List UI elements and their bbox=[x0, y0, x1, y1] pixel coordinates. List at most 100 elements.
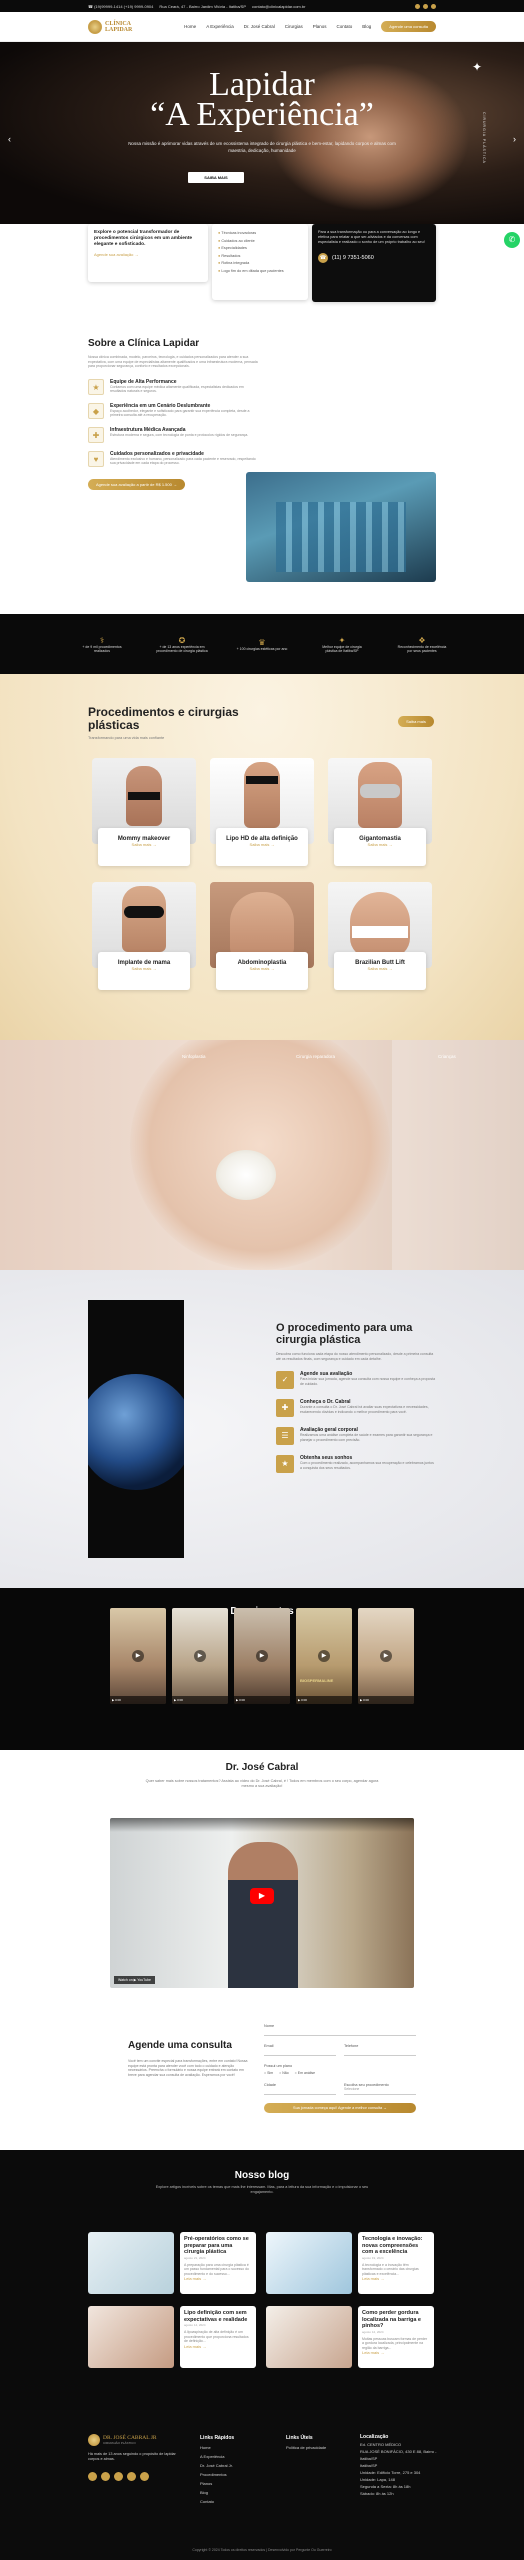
footer-link[interactable]: Procedimentos bbox=[200, 2470, 234, 2479]
blog-post-image bbox=[88, 2306, 174, 2368]
footer-link[interactable]: A Experiência bbox=[200, 2452, 234, 2461]
footer-link[interactable]: Dr. José Cabral Jr. bbox=[200, 2461, 234, 2470]
team-icon: ★ bbox=[88, 378, 104, 395]
whatsapp-float-icon[interactable]: ✆ bbox=[504, 232, 520, 248]
play-icon: ▶ bbox=[194, 1650, 206, 1662]
intro-card-title: Explore o potencial transformador de pro… bbox=[94, 230, 193, 247]
contact-card-phone[interactable]: (11) 9 7351-5060 bbox=[332, 255, 374, 261]
about-intro: Nossa clínica combinada, modelo, parceir… bbox=[88, 355, 258, 368]
footer-logo-icon bbox=[88, 2434, 100, 2446]
procedures-subtitle: Transformando para uma vida mais confian… bbox=[88, 736, 165, 740]
footer: DR. JOSÉ CABRAL JR CIRURGIÃO PLÁSTICO Há … bbox=[0, 2410, 524, 2560]
banner-label[interactable]: Ninfoplastia bbox=[182, 1054, 206, 1059]
name-input[interactable] bbox=[264, 2028, 416, 2036]
procedure-card[interactable]: Implante de mama Saiba mais → bbox=[92, 882, 196, 1000]
testimonial-video[interactable]: ▶ ▶ 0:00 bbox=[172, 1608, 228, 1704]
nav-dr-jose-cabral[interactable]: Dr. José Cabral bbox=[244, 24, 275, 29]
procedure-card[interactable]: Brazilian Butt Lift Saiba mais → bbox=[328, 882, 432, 1000]
phone-info[interactable]: ☎ (19)99999-1414 (+19) 9999-0904 bbox=[88, 4, 153, 9]
nav-blog[interactable]: Blog bbox=[362, 24, 371, 29]
youtube-icon[interactable] bbox=[431, 3, 436, 9]
features-item: ● Resultados bbox=[218, 253, 241, 258]
footer-location: Localização Ed. CENTRO MÉDICO RUA JOSÉ B… bbox=[360, 2434, 437, 2496]
blog-post[interactable]: Pré-operatórios como se preparar para um… bbox=[88, 2232, 256, 2294]
contact-card-text: Para a sua transformação ou para a conve… bbox=[318, 230, 425, 244]
youtube-icon[interactable] bbox=[114, 2472, 123, 2481]
features-item: ● Logo fim do em ditada que pacientes bbox=[218, 268, 284, 273]
nav-planos[interactable]: Planos bbox=[313, 24, 327, 29]
process-content: O procedimento para uma cirurgia plástica… bbox=[276, 1322, 436, 1483]
linkedin-icon[interactable] bbox=[127, 2472, 136, 2481]
doctor-video[interactable]: ▶ Watch on ▶ YouTube bbox=[110, 1818, 414, 1988]
blog-subtitle: Explore artigos incríveis sobre os temas… bbox=[155, 2185, 369, 2194]
blog-post[interactable]: Lipo definição com sem expectativas e re… bbox=[88, 2306, 256, 2368]
footer-link[interactable]: Home bbox=[200, 2443, 234, 2452]
email-input[interactable] bbox=[264, 2048, 336, 2056]
intro-card-link[interactable]: Agende sua avaliação → bbox=[94, 252, 202, 257]
process-title: O procedimento para uma cirurgia plástica bbox=[276, 1322, 413, 1346]
nav-home[interactable]: Home bbox=[184, 24, 196, 29]
logo-line2: LAPIDAR bbox=[105, 26, 133, 33]
procedure-card[interactable]: Lipo HD de alta definição Saiba mais → bbox=[210, 758, 314, 876]
footer-link[interactable]: Contato bbox=[200, 2497, 234, 2506]
instagram-icon[interactable] bbox=[415, 3, 420, 9]
footer-link[interactable]: Política de privacidade bbox=[286, 2443, 326, 2452]
procedure-card[interactable]: Mommy makeover Saiba mais → bbox=[92, 758, 196, 876]
hero-next-arrow-icon[interactable]: › bbox=[513, 134, 516, 144]
about-title: Sobre a Clínica Lapidar bbox=[88, 338, 200, 349]
phone-input[interactable] bbox=[344, 2048, 416, 2056]
about-section: Sobre a Clínica Lapidar Nossa clínica co… bbox=[88, 338, 258, 490]
hero-section: Lapidar “A Experiência” Nossa missão é ap… bbox=[0, 42, 524, 224]
testimonial-video[interactable]: ▶ ▶ 0:00 bbox=[358, 1608, 414, 1704]
facebook-icon[interactable] bbox=[423, 3, 428, 9]
city-input[interactable] bbox=[264, 2087, 336, 2095]
nav-experiencia[interactable]: A Experiência bbox=[206, 24, 234, 29]
blog-post[interactable]: Tecnologia e inovação: novas compreensõe… bbox=[266, 2232, 434, 2294]
booking-submit-button[interactable]: Sua jornada começa aqui! Agende a melhor… bbox=[264, 2103, 416, 2113]
footer-link[interactable]: Planos bbox=[200, 2479, 234, 2488]
about-feature: ◆ Experiência em um Cenário Deslumbrante E… bbox=[88, 402, 258, 419]
email-info[interactable]: contato@clinicalapidar.com.br bbox=[252, 4, 305, 9]
facebook-icon[interactable] bbox=[101, 2472, 110, 2481]
plan-radio-yes[interactable]: ○ Sim bbox=[264, 2071, 273, 2075]
testimonial-video[interactable]: BIOSPERMALINE ▶ ▶ 0:00 bbox=[296, 1608, 352, 1704]
testimonial-video[interactable]: ▶ ▶ 0:00 bbox=[234, 1608, 290, 1704]
hospital-icon: ✚ bbox=[88, 426, 104, 443]
lily-flower-image bbox=[216, 1150, 276, 1200]
stat-icon: ✪ bbox=[178, 635, 186, 645]
testimonial-video[interactable]: ▶ ▶ 0:00 bbox=[110, 1608, 166, 1704]
plan-radio-no[interactable]: ○ Não bbox=[279, 2071, 289, 2075]
hero-prev-arrow-icon[interactable]: ‹ bbox=[8, 134, 11, 144]
nav-contato[interactable]: Contato bbox=[337, 24, 353, 29]
blog-post[interactable]: Como perder gordura localizada na barrig… bbox=[266, 2306, 434, 2368]
logo[interactable]: CLÍNICA LAPIDAR bbox=[88, 19, 133, 34]
whatsapp-icon[interactable] bbox=[140, 2472, 149, 2481]
surgery-team-image bbox=[246, 472, 436, 582]
header-cta-button[interactable]: Agende uma consulta bbox=[381, 21, 436, 32]
process-step: ★ Obtenha seus sonhos Com o procedimento r… bbox=[276, 1455, 436, 1473]
stat-item: ✪ + de 13 anos experiência em procediment… bbox=[156, 635, 208, 653]
youtube-play-icon[interactable]: ▶ bbox=[250, 1888, 274, 1904]
hero-subtitle: Nossa missão é aprimorar vidas através d… bbox=[128, 141, 396, 153]
plan-radio-analysis[interactable]: ○ Em análise bbox=[295, 2071, 315, 2075]
watch-on-youtube[interactable]: Watch on ▶ YouTube bbox=[114, 1976, 155, 1984]
blog-post-image bbox=[88, 2232, 174, 2294]
nav-cirurgias[interactable]: Cirurgias bbox=[285, 24, 303, 29]
procedure-card[interactable]: Gigantomastia Saiba mais → bbox=[328, 758, 432, 876]
about-cta-button[interactable]: Agende sua avaliação a partir de R$ 1.50… bbox=[88, 478, 185, 490]
procedure-card[interactable]: Abdominoplastia Saiba mais → bbox=[210, 882, 314, 1000]
about-feature: ✚ Infraestrutura Médica Avançada Estrutura… bbox=[88, 426, 258, 443]
hero-cta-button[interactable]: SAIBA MAIS bbox=[188, 172, 244, 183]
procedures-header: Procedimentos e cirurgias plásticas Trans… bbox=[88, 706, 239, 741]
blog-post-image bbox=[266, 2306, 352, 2368]
footer-link[interactable]: Blog bbox=[200, 2488, 234, 2497]
banner-label[interactable]: Crianças bbox=[438, 1054, 456, 1059]
stat-icon: ❖ bbox=[418, 635, 426, 645]
play-icon: ▶ bbox=[132, 1650, 144, 1662]
procedure-select[interactable]: Selecione bbox=[344, 2087, 416, 2095]
procedures-cta-button[interactable]: Saiba mais bbox=[398, 716, 434, 727]
banner-label[interactable]: Cirurgia reparadora bbox=[296, 1054, 335, 1059]
booking-info: Agende uma consulta Você tem um convite … bbox=[128, 2040, 248, 2077]
features-item: ● Técnicas inovadoras bbox=[218, 231, 257, 235]
instagram-icon[interactable] bbox=[88, 2472, 97, 2481]
